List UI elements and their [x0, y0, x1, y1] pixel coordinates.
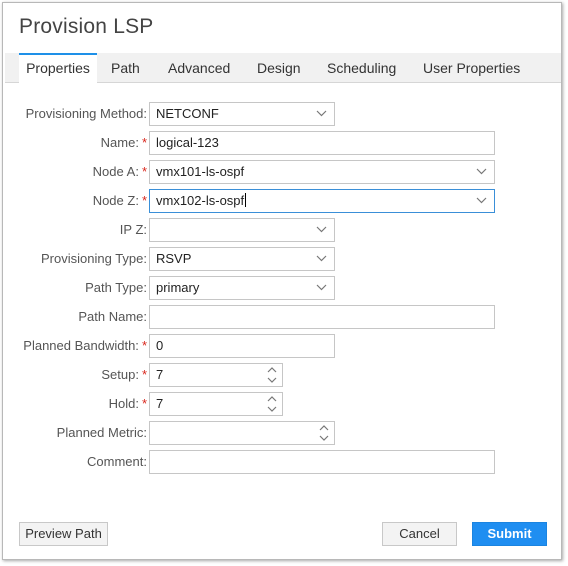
form-row-ip-z: IP Z:	[3, 218, 563, 242]
text-caret	[245, 193, 247, 207]
name-label: Name: *	[100, 135, 147, 150]
planned-bandwidth-input[interactable]: 0	[149, 334, 335, 358]
path-type-label: Path Type:	[85, 280, 147, 295]
tab-design[interactable]: Design	[257, 53, 301, 82]
submit-button[interactable]: Submit	[472, 522, 547, 546]
setup-spinner[interactable]: 7	[149, 363, 283, 387]
form-row-path-name: Path Name:	[3, 305, 563, 329]
comment-input[interactable]	[149, 450, 495, 474]
node-z-label: Node Z: *	[92, 193, 147, 208]
provision-lsp-dialog: Provision LSP Properties Path Advanced D…	[2, 2, 562, 560]
preview-path-button[interactable]: Preview Path	[19, 522, 108, 546]
form-row-path-type: Path Type: primary	[3, 276, 563, 300]
tab-user-properties[interactable]: User Properties	[423, 53, 520, 82]
form-row-node-z: Node Z: * vmx102-ls-ospf	[3, 189, 563, 213]
spinner-arrows-icon[interactable]	[267, 394, 277, 414]
form-row-node-a: Node A: * vmx101-ls-ospf	[3, 160, 563, 184]
chevron-down-icon	[316, 248, 328, 270]
path-type-select[interactable]: primary	[149, 276, 335, 300]
chevron-down-icon	[316, 219, 328, 241]
provisioning-type-select[interactable]: RSVP	[149, 247, 335, 271]
ip-z-label: IP Z:	[119, 222, 147, 237]
chevron-down-icon	[316, 277, 328, 299]
planned-bandwidth-label: Planned Bandwidth: *	[23, 338, 147, 353]
form-row-comment: Comment:	[3, 450, 563, 474]
node-z-combobox[interactable]: vmx102-ls-ospf	[149, 189, 495, 213]
provisioning-method-label: Provisioning Method:	[25, 106, 147, 121]
form-row-planned-metric: Planned Metric:	[3, 421, 563, 445]
form-row-provisioning-type: Provisioning Type: RSVP	[3, 247, 563, 271]
spinner-arrows-icon[interactable]	[319, 423, 329, 443]
tab-path[interactable]: Path	[111, 53, 140, 82]
tab-bar: Properties Path Advanced Design Scheduli…	[5, 53, 561, 83]
hold-label: Hold: *	[108, 396, 147, 411]
dialog-title: Provision LSP	[19, 15, 154, 38]
path-name-input[interactable]	[149, 305, 495, 329]
tab-properties[interactable]: Properties	[19, 53, 97, 83]
provisioning-method-select[interactable]: NETCONF	[149, 102, 335, 126]
provisioning-type-label: Provisioning Type:	[41, 251, 147, 266]
setup-label: Setup: *	[101, 367, 147, 382]
chevron-down-icon	[316, 103, 328, 125]
comment-label: Comment:	[87, 454, 147, 469]
name-input[interactable]: logical-123	[149, 131, 495, 155]
planned-metric-label: Planned Metric:	[56, 425, 147, 440]
form-row-provisioning-method: Provisioning Method: NETCONF	[3, 102, 563, 126]
hold-spinner[interactable]: 7	[149, 392, 283, 416]
chevron-down-icon	[476, 190, 488, 212]
tab-advanced[interactable]: Advanced	[168, 53, 230, 82]
form-row-planned-bandwidth: Planned Bandwidth: * 0	[3, 334, 563, 358]
form-row-hold: Hold: * 7	[3, 392, 563, 416]
spinner-arrows-icon[interactable]	[267, 365, 277, 385]
form-row-name: Name: * logical-123	[3, 131, 563, 155]
planned-metric-spinner[interactable]	[149, 421, 335, 445]
node-a-combobox[interactable]: vmx101-ls-ospf	[149, 160, 495, 184]
ip-z-select[interactable]	[149, 218, 335, 242]
cancel-button[interactable]: Cancel	[382, 522, 457, 546]
chevron-down-icon	[476, 161, 488, 183]
tab-scheduling[interactable]: Scheduling	[327, 53, 396, 82]
path-name-label: Path Name:	[78, 309, 147, 324]
form-row-setup: Setup: * 7	[3, 363, 563, 387]
node-a-label: Node A: *	[92, 164, 147, 179]
